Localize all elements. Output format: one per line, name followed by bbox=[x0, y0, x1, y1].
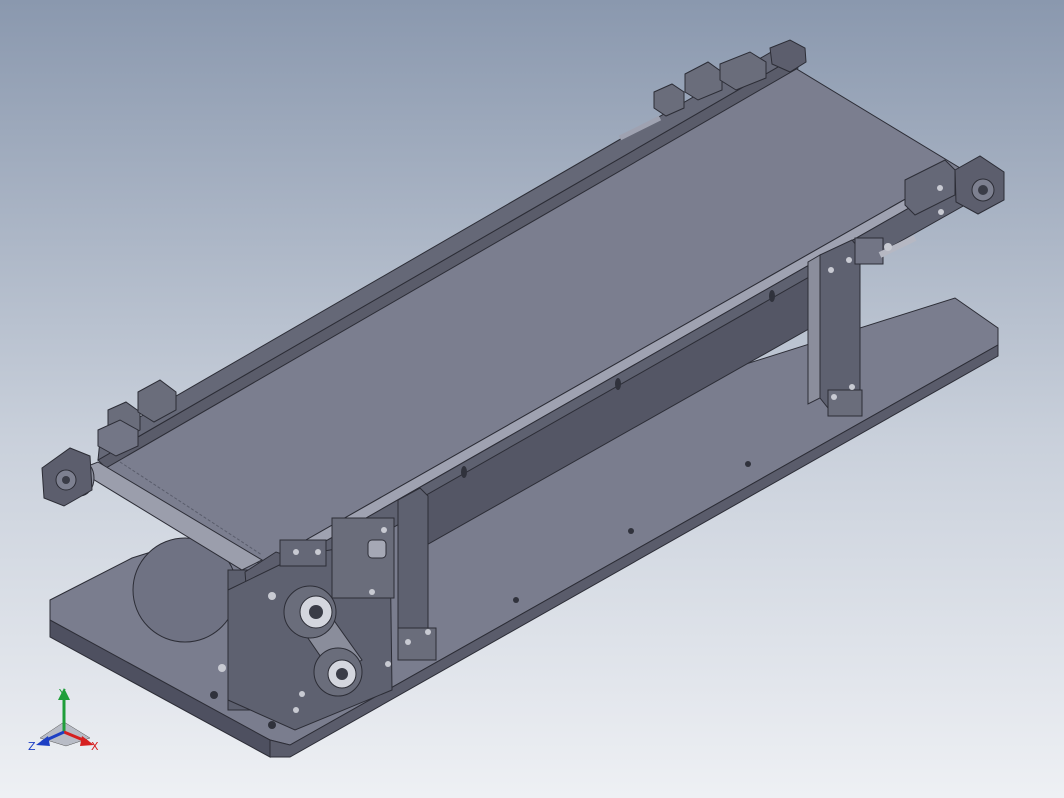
mount-bolt bbox=[381, 527, 387, 533]
tensioner-bolt bbox=[937, 185, 943, 191]
mount-bolt bbox=[293, 549, 299, 555]
mount-bolt bbox=[315, 549, 321, 555]
upper-pulley bbox=[283, 585, 337, 639]
tensioner-bolt bbox=[884, 243, 892, 251]
base-hole bbox=[210, 691, 218, 699]
leg-bolt bbox=[828, 267, 834, 273]
front-bearing bbox=[55, 469, 77, 491]
mount-bolt bbox=[385, 661, 391, 667]
x-axis-label: X bbox=[91, 740, 99, 753]
leg-bolt bbox=[831, 394, 837, 400]
base-hole bbox=[268, 721, 276, 729]
leg-bolt bbox=[425, 629, 431, 635]
right-support-leg[interactable] bbox=[807, 239, 863, 417]
base-hole bbox=[745, 461, 751, 467]
motor-bolt bbox=[218, 664, 226, 672]
mount-bolt bbox=[299, 691, 305, 697]
base-hole bbox=[513, 597, 519, 603]
base-hole bbox=[628, 528, 634, 534]
frame-slot bbox=[461, 466, 467, 478]
frame-slot bbox=[769, 290, 775, 302]
cad-viewport[interactable]: Y X Z bbox=[0, 0, 1064, 798]
frame-slot bbox=[615, 378, 621, 390]
conveyor-assembly-model[interactable] bbox=[0, 0, 1064, 798]
mount-bolt bbox=[293, 707, 299, 713]
tensioner-bolt bbox=[938, 209, 944, 215]
lower-pulley bbox=[313, 647, 363, 697]
mount-bolt bbox=[369, 589, 375, 595]
z-axis-label: Z bbox=[28, 740, 36, 753]
mount-bolt bbox=[268, 592, 276, 600]
y-axis-label: Y bbox=[58, 687, 66, 700]
leg-bolt bbox=[846, 257, 852, 263]
leg-bolt bbox=[405, 639, 411, 645]
leg-bolt bbox=[849, 384, 855, 390]
orientation-triad[interactable]: Y X Z bbox=[20, 680, 110, 760]
